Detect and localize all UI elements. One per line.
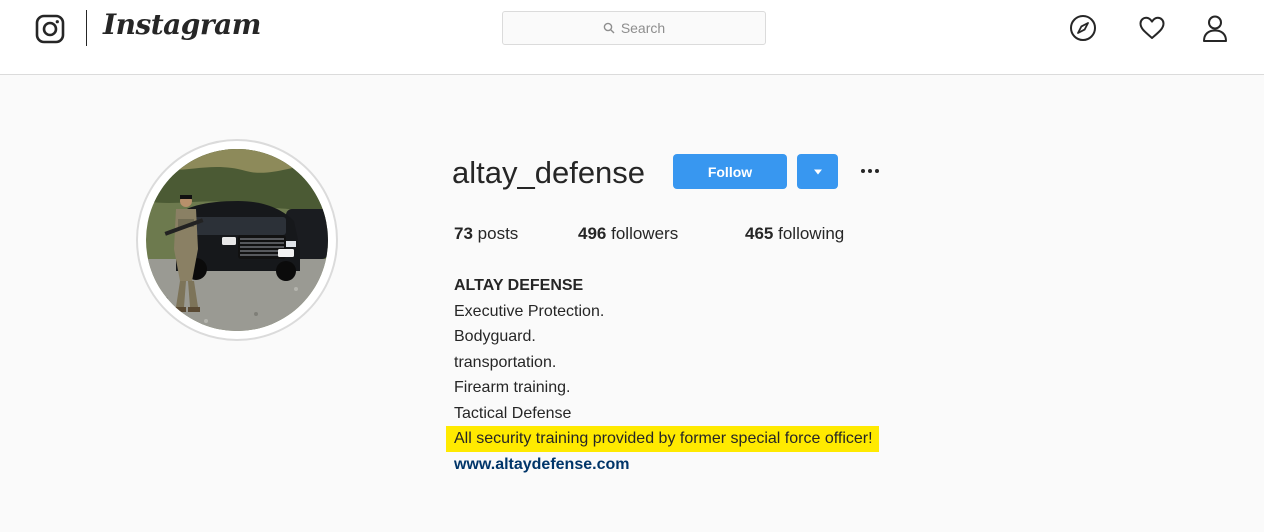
posts-label: posts [477, 224, 519, 243]
explore-compass-icon[interactable] [1068, 13, 1098, 43]
profile-user-icon[interactable] [1200, 13, 1230, 43]
bio-line: transportation. [454, 353, 557, 371]
logo-divider [86, 10, 87, 46]
suggested-accounts-dropdown-button[interactable] [797, 154, 838, 189]
top-navigation-bar: Instagram Search [0, 0, 1264, 75]
bio-line: Firearm training. [454, 379, 571, 396]
search-icon [603, 22, 615, 34]
follow-button[interactable]: Follow [673, 154, 787, 189]
following-label: following [778, 224, 845, 243]
profile-username: altay_defense [452, 155, 646, 190]
more-options-button[interactable] [858, 157, 882, 185]
profile-avatar-ring [136, 139, 338, 341]
bio-line: Bodyguard. [454, 328, 536, 345]
followers-label: followers [611, 224, 679, 243]
posts-number: 73 [454, 224, 473, 243]
followers-link[interactable]: 496 followers [578, 224, 678, 244]
search-placeholder: Search [620, 20, 666, 36]
bio-line: Executive Protection. [454, 302, 605, 320]
search-input[interactable]: Search [502, 11, 766, 45]
bio-highlighted-line: All security training provided by former… [446, 426, 879, 452]
bio-line: Tactical Defense [454, 404, 572, 422]
bio-website-link[interactable]: www.altaydefense.com [454, 452, 1014, 478]
profile-bio: ALTAY DEFENSE Executive Protection. Body… [446, 273, 1014, 478]
caret-down-icon [813, 169, 822, 174]
instagram-wordmark[interactable]: Instagram [103, 8, 261, 41]
following-number: 465 [745, 224, 774, 243]
activity-heart-icon[interactable] [1137, 13, 1167, 43]
profile-avatar[interactable] [146, 149, 328, 331]
bio-full-name: ALTAY DEFENSE [454, 277, 584, 294]
ellipsis-icon [861, 169, 879, 173]
posts-count: 73 posts [454, 224, 518, 244]
followers-number: 496 [578, 224, 607, 243]
instagram-glyph-icon[interactable] [35, 14, 65, 44]
following-link[interactable]: 465 following [745, 224, 844, 244]
